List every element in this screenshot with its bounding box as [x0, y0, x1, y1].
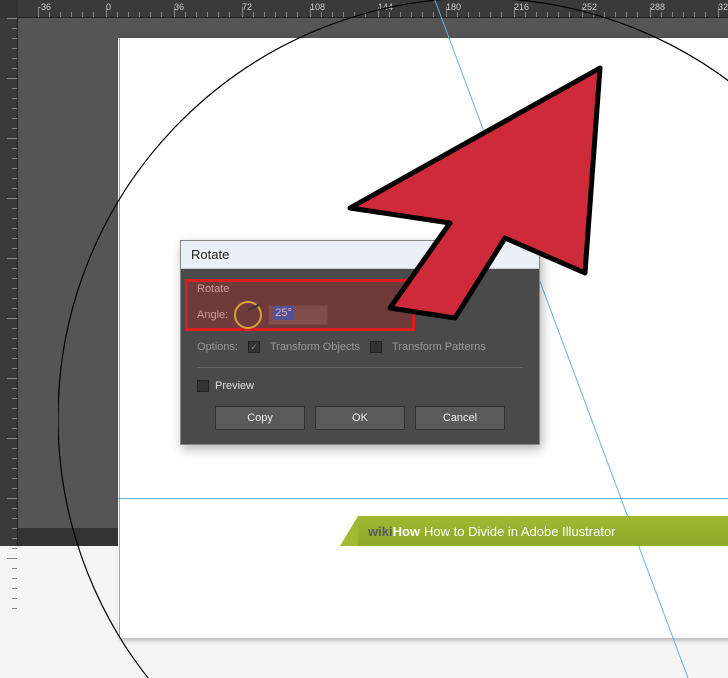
- angle-dial[interactable]: [234, 301, 262, 329]
- transform-objects-checkbox[interactable]: ✓: [248, 341, 260, 353]
- guide-horizontal: [118, 498, 728, 499]
- options-label: Options:: [197, 341, 238, 353]
- brand-how: How: [393, 524, 420, 539]
- transform-objects-label: Transform Objects: [270, 341, 360, 353]
- transform-patterns-label: Transform Patterns: [392, 341, 486, 353]
- dialog-title: Rotate: [181, 241, 539, 269]
- rotate-dialog: Rotate Rotate Angle: 25° Options: ✓ Tran…: [180, 240, 540, 445]
- copy-button[interactable]: Copy: [215, 406, 305, 430]
- ok-button[interactable]: OK: [315, 406, 405, 430]
- transform-patterns-checkbox[interactable]: [370, 341, 382, 353]
- ruler-horizontal: -3603672108144180216252288324: [18, 0, 728, 18]
- footer-title: How to Divide in Adobe Illustrator: [424, 524, 615, 539]
- preview-checkbox[interactable]: [197, 380, 209, 392]
- guide-vertical: [119, 38, 120, 638]
- rotate-group-label: Rotate: [197, 283, 523, 295]
- preview-label: Preview: [215, 380, 254, 392]
- cancel-button[interactable]: Cancel: [415, 406, 505, 430]
- footer-banner: wikiHow How to Divide in Adobe Illustrat…: [358, 516, 728, 546]
- angle-input[interactable]: 25°: [268, 305, 328, 325]
- brand-wiki: wiki: [368, 524, 393, 539]
- angle-label: Angle:: [197, 309, 228, 321]
- ruler-vertical: [0, 18, 18, 546]
